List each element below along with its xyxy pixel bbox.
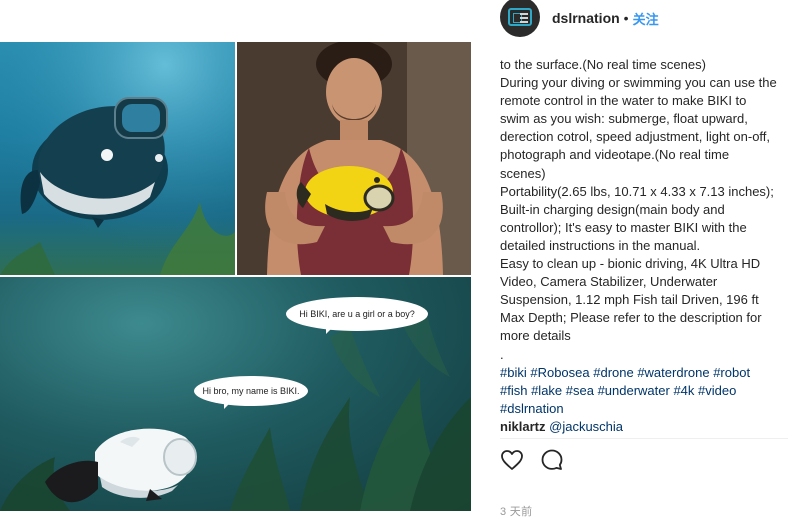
caption-line: to the surface.(No real time scenes) bbox=[500, 57, 706, 72]
image-panel-man-holding-drone bbox=[237, 42, 471, 275]
comment-username[interactable]: niklartz bbox=[500, 419, 546, 434]
image-panel-drone-underwater bbox=[0, 42, 235, 275]
caption-line: Portability(2.65 lbs, 10.71 x 4.33 x 7.1… bbox=[500, 183, 774, 253]
post-header: dslrnation • 关注 bbox=[500, 0, 790, 37]
speech-bubble-answer: Hi bro, my name is BIKI. bbox=[194, 376, 308, 409]
separator-dot: • bbox=[623, 10, 629, 26]
post-caption: to the surface.(No real time scenes) Dur… bbox=[500, 56, 778, 440]
image-panel-kelp-forest: Hi BIKI, are u a girl or a boy? Hi bro, … bbox=[0, 277, 471, 511]
hashtag-list[interactable]: #biki #Robosea #drone #waterdrone #robot… bbox=[500, 364, 778, 418]
author-username[interactable]: dslrnation bbox=[552, 10, 620, 26]
post-image-collage[interactable]: Hi BIKI, are u a girl or a boy? Hi bro, … bbox=[0, 42, 471, 511]
speech-bubble-question: Hi BIKI, are u a girl or a boy? bbox=[286, 297, 428, 334]
dslr-nation-logo-icon bbox=[508, 8, 532, 26]
section-divider bbox=[500, 438, 788, 439]
heart-icon[interactable] bbox=[500, 448, 524, 472]
caption-line: Easy to clean up - bionic driving, 4K Ul… bbox=[500, 256, 762, 344]
comment-icon[interactable] bbox=[540, 448, 564, 472]
drone-underwater-illustration bbox=[0, 42, 235, 275]
caption-line: During your diving or swimming you can u… bbox=[500, 75, 777, 181]
avatar[interactable] bbox=[500, 0, 540, 37]
caption-line: . bbox=[500, 346, 504, 362]
post-actions bbox=[500, 448, 564, 472]
follow-button[interactable]: 关注 bbox=[633, 9, 659, 28]
man-holding-drone-illustration bbox=[237, 42, 471, 275]
comment-mention[interactable]: @jackuschia bbox=[549, 419, 623, 434]
post-timestamp: 3 天前 bbox=[500, 506, 533, 518]
comment-row: niklartz @jackuschia bbox=[500, 418, 778, 436]
